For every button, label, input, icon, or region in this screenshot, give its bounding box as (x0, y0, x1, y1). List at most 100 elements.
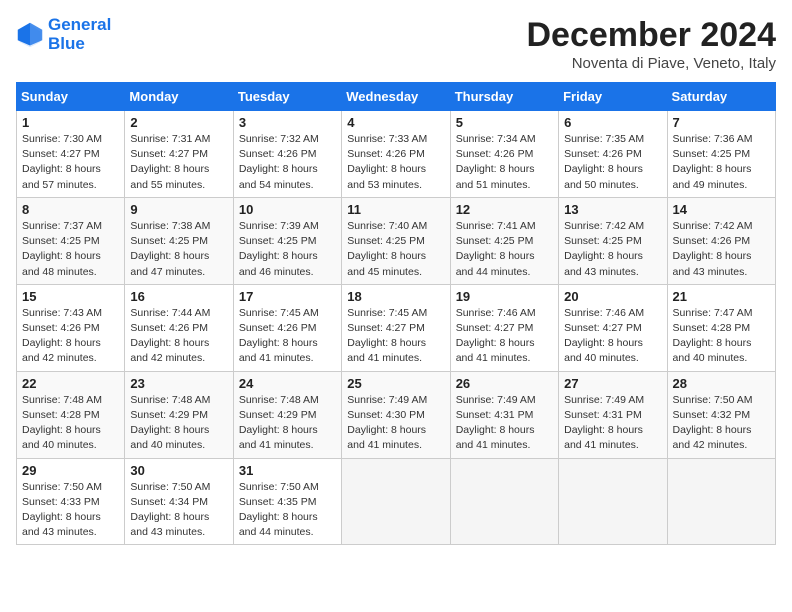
day-info: Sunrise: 7:50 AMSunset: 4:35 PMDaylight:… (239, 480, 336, 541)
calendar-cell: 24 Sunrise: 7:48 AMSunset: 4:29 PMDayligh… (233, 371, 341, 458)
calendar-cell: 9Sunrise: 7:38 AMSunset: 4:25 PMDaylight… (125, 197, 233, 284)
calendar-cell (559, 458, 667, 545)
calendar-cell: 13Sunrise: 7:42 AMSunset: 4:25 PMDayligh… (559, 197, 667, 284)
day-number: 9 (130, 202, 227, 217)
day-info: Sunrise: 7:41 AMSunset: 4:25 PMDaylight:… (456, 219, 553, 280)
day-number: 29 (22, 463, 119, 478)
calendar-cell: 17 Sunrise: 7:45 AMSunset: 4:26 PMDayligh… (233, 284, 341, 371)
day-info: Sunrise: 7:49 AMSunset: 4:31 PMDaylight:… (456, 393, 553, 454)
calendar-header: SundayMondayTuesdayWednesdayThursdayFrid… (17, 83, 776, 111)
calendar-cell: 30 Sunrise: 7:50 AMSunset: 4:34 PMDayligh… (125, 458, 233, 545)
day-number: 27 (564, 376, 661, 391)
day-info: Sunrise: 7:30 AMSunset: 4:27 PMDaylight:… (22, 132, 119, 193)
calendar-cell: 1 Sunrise: 7:30 AMSunset: 4:27 PMDaylight… (17, 111, 125, 198)
logo: General Blue (16, 16, 111, 53)
day-info: Sunrise: 7:48 AMSunset: 4:29 PMDaylight:… (239, 393, 336, 454)
calendar-cell: 28Sunrise: 7:50 AMSunset: 4:32 PMDayligh… (667, 371, 775, 458)
calendar-cell: 29 Sunrise: 7:50 AMSunset: 4:33 PMDayligh… (17, 458, 125, 545)
day-info: Sunrise: 7:49 AMSunset: 4:31 PMDaylight:… (564, 393, 661, 454)
calendar-cell: 16 Sunrise: 7:44 AMSunset: 4:26 PMDayligh… (125, 284, 233, 371)
calendar-cell: 22 Sunrise: 7:48 AMSunset: 4:28 PMDayligh… (17, 371, 125, 458)
day-info: Sunrise: 7:48 AMSunset: 4:28 PMDaylight:… (22, 393, 119, 454)
day-info: Sunrise: 7:31 AMSunset: 4:27 PMDaylight:… (130, 132, 227, 193)
day-number: 2 (130, 115, 227, 130)
day-number: 25 (347, 376, 444, 391)
day-info: Sunrise: 7:50 AMSunset: 4:33 PMDaylight:… (22, 480, 119, 541)
day-number: 23 (130, 376, 227, 391)
calendar-cell: 14 Sunrise: 7:42 AMSunset: 4:26 PMDayligh… (667, 197, 775, 284)
day-number: 11 (347, 202, 444, 217)
day-info: Sunrise: 7:36 AMSunset: 4:25 PMDaylight:… (673, 132, 770, 193)
calendar-cell: 10 Sunrise: 7:39 AMSunset: 4:25 PMDayligh… (233, 197, 341, 284)
calendar-cell: 23 Sunrise: 7:48 AMSunset: 4:29 PMDayligh… (125, 371, 233, 458)
day-number: 30 (130, 463, 227, 478)
title-block: December 2024 Noventa di Piave, Veneto, … (526, 16, 776, 72)
day-info: Sunrise: 7:45 AMSunset: 4:26 PMDaylight:… (239, 306, 336, 367)
calendar-cell: 5 Sunrise: 7:34 AMSunset: 4:26 PMDaylight… (450, 111, 558, 198)
calendar-cell: 6 Sunrise: 7:35 AMSunset: 4:26 PMDaylight… (559, 111, 667, 198)
calendar-cell: 21Sunrise: 7:47 AMSunset: 4:28 PMDayligh… (667, 284, 775, 371)
logo-text: General Blue (48, 16, 111, 53)
day-info: Sunrise: 7:39 AMSunset: 4:25 PMDaylight:… (239, 219, 336, 280)
calendar-cell: 20 Sunrise: 7:46 AMSunset: 4:27 PMDayligh… (559, 284, 667, 371)
day-of-week-saturday: Saturday (667, 83, 775, 111)
logo-icon (16, 21, 44, 49)
calendar-cell (342, 458, 450, 545)
day-number: 17 (239, 289, 336, 304)
calendar-cell: 8Sunrise: 7:37 AMSunset: 4:25 PMDaylight… (17, 197, 125, 284)
day-info: Sunrise: 7:46 AMSunset: 4:27 PMDaylight:… (564, 306, 661, 367)
location: Noventa di Piave, Veneto, Italy (526, 55, 776, 72)
calendar-week-5: 29 Sunrise: 7:50 AMSunset: 4:33 PMDayligh… (17, 458, 776, 545)
calendar-table: SundayMondayTuesdayWednesdayThursdayFrid… (16, 82, 776, 545)
day-number: 22 (22, 376, 119, 391)
day-number: 3 (239, 115, 336, 130)
day-info: Sunrise: 7:50 AMSunset: 4:34 PMDaylight:… (130, 480, 227, 541)
calendar-cell: 15Sunrise: 7:43 AMSunset: 4:26 PMDayligh… (17, 284, 125, 371)
calendar-cell (667, 458, 775, 545)
calendar-cell: 25 Sunrise: 7:49 AMSunset: 4:30 PMDayligh… (342, 371, 450, 458)
day-info: Sunrise: 7:49 AMSunset: 4:30 PMDaylight:… (347, 393, 444, 454)
calendar-cell: 26 Sunrise: 7:49 AMSunset: 4:31 PMDayligh… (450, 371, 558, 458)
day-number: 15 (22, 289, 119, 304)
day-number: 31 (239, 463, 336, 478)
day-info: Sunrise: 7:44 AMSunset: 4:26 PMDaylight:… (130, 306, 227, 367)
calendar-week-1: 1 Sunrise: 7:30 AMSunset: 4:27 PMDaylight… (17, 111, 776, 198)
calendar-cell: 31 Sunrise: 7:50 AMSunset: 4:35 PMDayligh… (233, 458, 341, 545)
day-number: 10 (239, 202, 336, 217)
calendar-week-4: 22 Sunrise: 7:48 AMSunset: 4:28 PMDayligh… (17, 371, 776, 458)
day-number: 6 (564, 115, 661, 130)
day-number: 8 (22, 202, 119, 217)
day-info: Sunrise: 7:45 AMSunset: 4:27 PMDaylight:… (347, 306, 444, 367)
calendar-cell: 3Sunrise: 7:32 AMSunset: 4:26 PMDaylight… (233, 111, 341, 198)
day-number: 19 (456, 289, 553, 304)
day-number: 1 (22, 115, 119, 130)
day-number: 7 (673, 115, 770, 130)
day-number: 16 (130, 289, 227, 304)
month-title: December 2024 (526, 16, 776, 55)
day-of-week-monday: Monday (125, 83, 233, 111)
calendar-cell: 11 Sunrise: 7:40 AMSunset: 4:25 PMDayligh… (342, 197, 450, 284)
day-info: Sunrise: 7:46 AMSunset: 4:27 PMDaylight:… (456, 306, 553, 367)
calendar-cell: 19 Sunrise: 7:46 AMSunset: 4:27 PMDayligh… (450, 284, 558, 371)
day-number: 26 (456, 376, 553, 391)
calendar-cell: 2 Sunrise: 7:31 AMSunset: 4:27 PMDaylight… (125, 111, 233, 198)
day-info: Sunrise: 7:40 AMSunset: 4:25 PMDaylight:… (347, 219, 444, 280)
day-number: 5 (456, 115, 553, 130)
day-info: Sunrise: 7:47 AMSunset: 4:28 PMDaylight:… (673, 306, 770, 367)
day-number: 4 (347, 115, 444, 130)
calendar-cell: 12Sunrise: 7:41 AMSunset: 4:25 PMDayligh… (450, 197, 558, 284)
day-info: Sunrise: 7:50 AMSunset: 4:32 PMDaylight:… (673, 393, 770, 454)
day-info: Sunrise: 7:42 AMSunset: 4:26 PMDaylight:… (673, 219, 770, 280)
day-info: Sunrise: 7:35 AMSunset: 4:26 PMDaylight:… (564, 132, 661, 193)
calendar-cell: 27 Sunrise: 7:49 AMSunset: 4:31 PMDayligh… (559, 371, 667, 458)
day-of-week-friday: Friday (559, 83, 667, 111)
day-number: 20 (564, 289, 661, 304)
day-of-week-tuesday: Tuesday (233, 83, 341, 111)
day-number: 14 (673, 202, 770, 217)
day-info: Sunrise: 7:48 AMSunset: 4:29 PMDaylight:… (130, 393, 227, 454)
day-number: 24 (239, 376, 336, 391)
calendar-week-3: 15Sunrise: 7:43 AMSunset: 4:26 PMDayligh… (17, 284, 776, 371)
day-info: Sunrise: 7:34 AMSunset: 4:26 PMDaylight:… (456, 132, 553, 193)
day-info: Sunrise: 7:33 AMSunset: 4:26 PMDaylight:… (347, 132, 444, 193)
day-of-week-thursday: Thursday (450, 83, 558, 111)
